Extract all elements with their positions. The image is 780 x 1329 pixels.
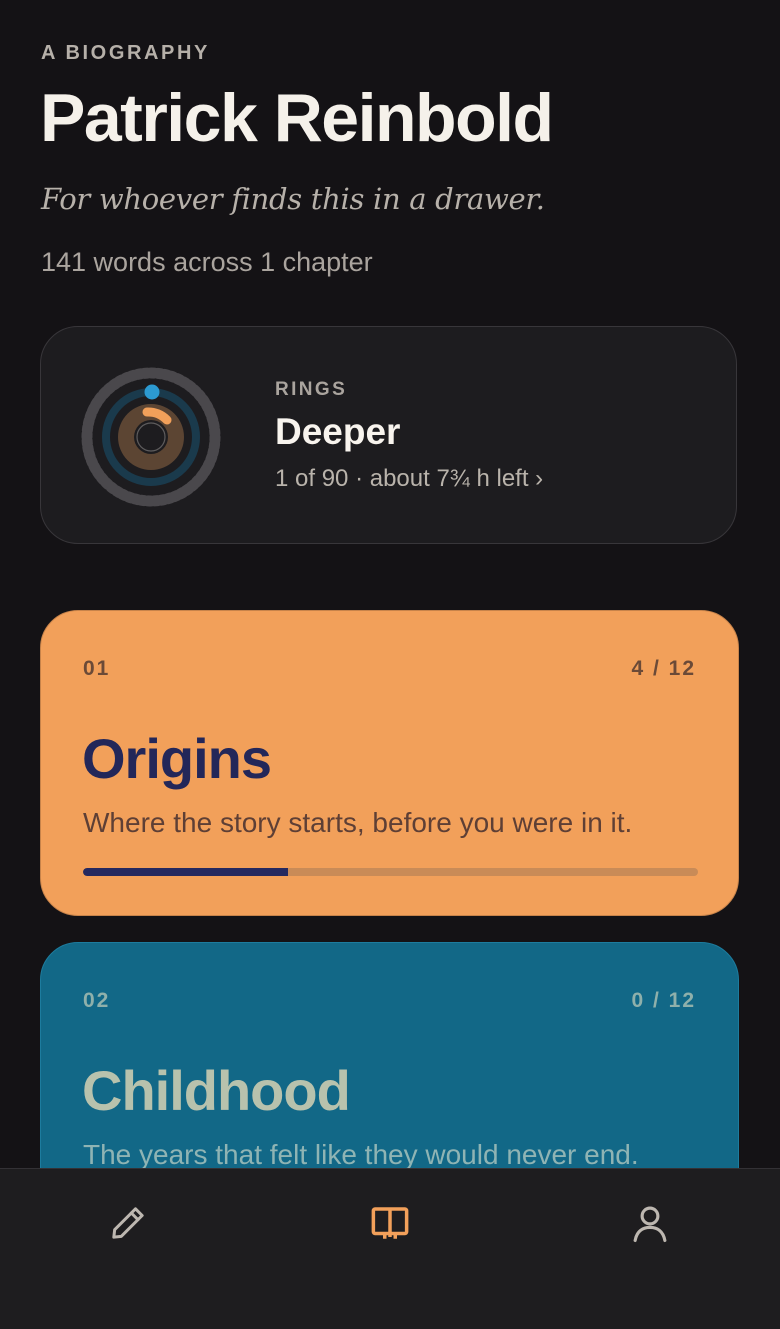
rings-card[interactable]: RINGS Deeper 1 of 90 · about 7¾ h left › [40,326,737,544]
rings-progress-link[interactable]: 1 of 90 · about 7¾ h left › [275,465,543,493]
person-icon [633,1206,667,1243]
chapter-count: 0 / 12 [631,989,696,1012]
chapter-description: The years that felt like they would neve… [83,1139,639,1170]
rings-label: RINGS [275,379,348,400]
chapter-progress-fill [83,868,288,876]
bottom-nav [0,1168,780,1329]
nav-book-button[interactable] [366,1199,414,1247]
rings-icon [81,367,221,507]
page-title: Patrick Reinbold [40,80,554,156]
chapter-progress-bar [83,868,698,876]
nav-write-button[interactable] [104,1199,152,1247]
chapter-title: Childhood [82,1059,351,1122]
chapter-card-origins[interactable]: 01 4 / 12 Origins Where the story starts… [40,610,739,916]
nav-profile-button[interactable] [626,1199,674,1247]
pencil-icon [112,1207,144,1239]
word-count: 141 words across 1 chapter [41,247,373,277]
kicker: A BIOGRAPHY [41,42,210,64]
chapter-number: 01 [83,657,111,680]
chapter-title: Origins [82,727,272,790]
chapter-number: 02 [83,989,111,1012]
book-icon [371,1207,409,1239]
subtitle: For whoever finds this in a drawer. [41,182,545,216]
chapter-description: Where the story starts, before you were … [83,807,633,838]
chapter-count: 4 / 12 [631,657,696,680]
rings-level: Deeper [275,411,401,452]
